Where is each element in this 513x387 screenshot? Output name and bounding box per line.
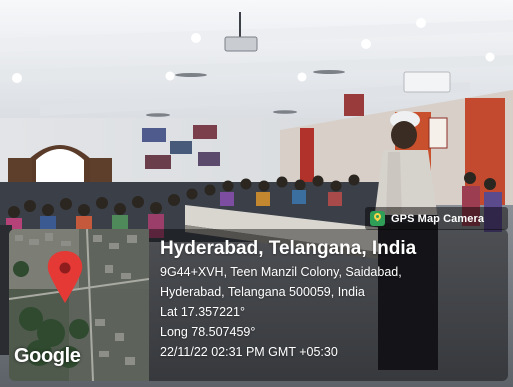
location-title: Hyderabad, Telangana, India <box>160 238 417 259</box>
map-pin-icon <box>370 211 385 226</box>
longitude-text: Long 78.507459° <box>160 325 256 339</box>
google-logo: Google <box>14 345 81 367</box>
location-info: Hyderabad, Telangana, India 9G44+XVH, Te… <box>160 236 504 362</box>
gps-camera-badge: GPS Map Camera <box>365 207 508 230</box>
address-line-1: 9G44+XVH, Teen Manzil Colony, Saidabad, <box>160 265 402 279</box>
address-line-2: Hyderabad, Telangana 500059, India <box>160 285 365 299</box>
timestamp-text: 22/11/22 02:31 PM GMT +05:30 <box>160 345 338 359</box>
gps-camera-label: GPS Map Camera <box>391 212 485 225</box>
latitude-text: Lat 17.357221° <box>160 305 245 319</box>
photo-frame: GPS Map Camera Google Hyderabad, Telanga… <box>0 0 513 387</box>
